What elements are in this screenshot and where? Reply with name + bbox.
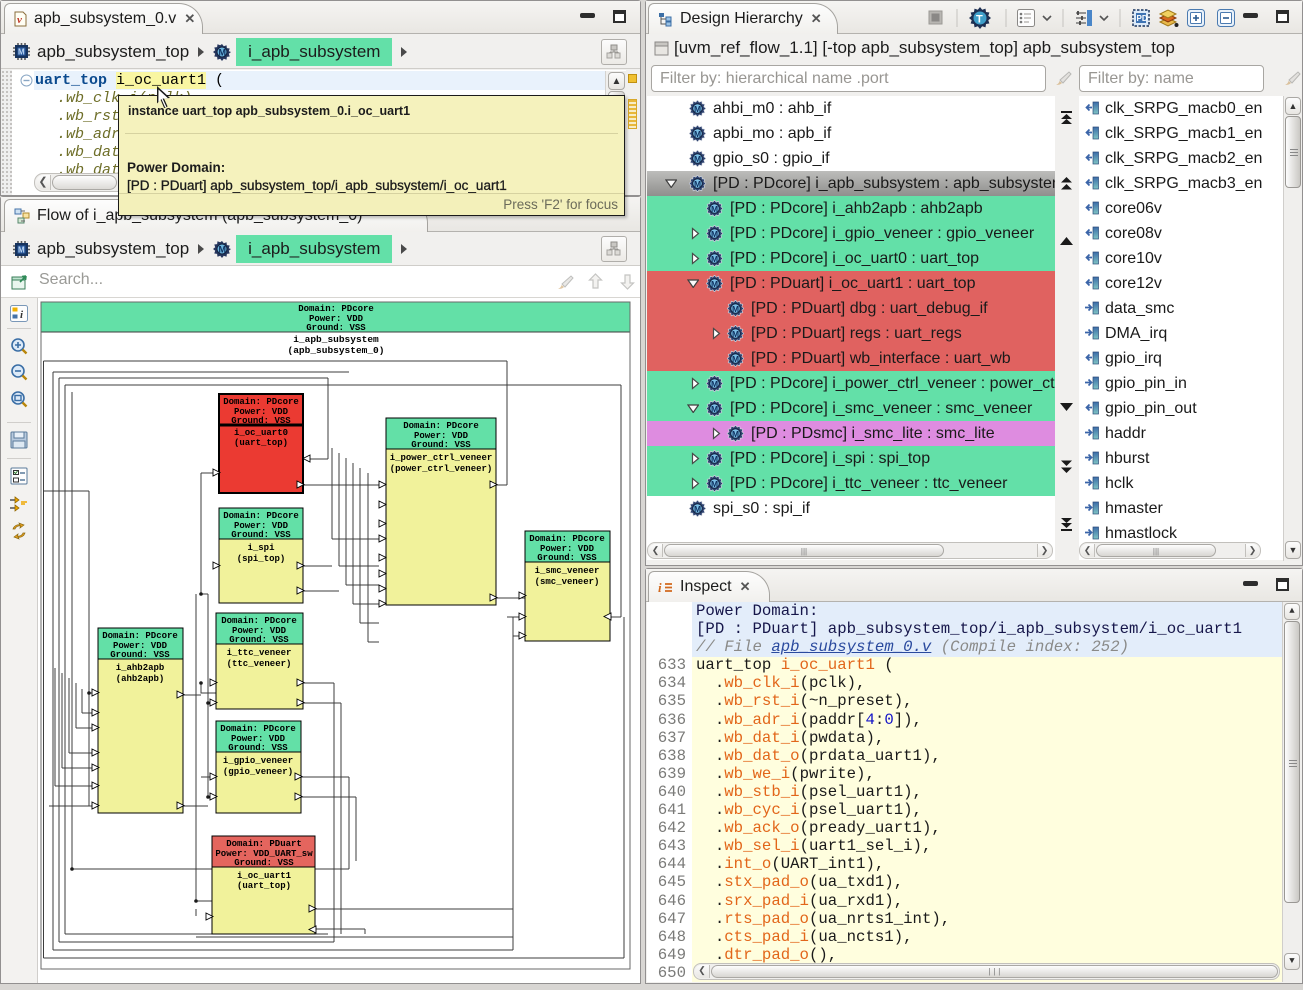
svg-text:(uart_top): (uart_top) bbox=[237, 881, 291, 891]
svg-text:Ground: VSS: Ground: VSS bbox=[306, 323, 366, 333]
svg-text:Domain: PDcore: Domain: PDcore bbox=[529, 534, 605, 544]
svg-text:Ground: VSS: Ground: VSS bbox=[411, 440, 471, 450]
svg-text:(smc_veneer): (smc_veneer) bbox=[535, 577, 600, 587]
svg-text:Domain: PDcore: Domain: PDcore bbox=[221, 616, 297, 626]
svg-text:v: v bbox=[17, 14, 22, 26]
svg-text:i_apb_subsystem: i_apb_subsystem bbox=[293, 334, 379, 345]
svg-text:(gpio_veneer): (gpio_veneer) bbox=[223, 767, 293, 777]
svg-text:(uart_top): (uart_top) bbox=[234, 438, 288, 448]
svg-text:Domain: PDcore: Domain: PDcore bbox=[220, 724, 296, 734]
svg-text:Domain: PDcore: Domain: PDcore bbox=[223, 511, 299, 521]
svg-text:i_oc_uart1: i_oc_uart1 bbox=[237, 871, 292, 881]
svg-text:Domain: PDuart: Domain: PDuart bbox=[226, 839, 302, 849]
svg-text:i_power_ctrl_veneer: i_power_ctrl_veneer bbox=[390, 453, 493, 463]
svg-text:M: M bbox=[219, 245, 227, 255]
svg-text:i: i bbox=[658, 580, 662, 594]
svg-text:i_gpio_veneer: i_gpio_veneer bbox=[223, 756, 293, 766]
svg-text:Domain: PDcore: Domain: PDcore bbox=[102, 631, 178, 641]
svg-text:Ground: VSS: Ground: VSS bbox=[537, 553, 597, 563]
svg-text:Ground: VSS: Ground: VSS bbox=[234, 858, 294, 868]
svg-text:(spi_top): (spi_top) bbox=[237, 554, 286, 564]
svg-text:i_smc_veneer: i_smc_veneer bbox=[535, 566, 600, 576]
svg-text:(ahb2apb): (ahb2apb) bbox=[116, 674, 165, 684]
svg-text:M: M bbox=[219, 47, 227, 57]
svg-text:M: M bbox=[18, 246, 25, 255]
svg-text:i_ttc_veneer: i_ttc_veneer bbox=[227, 648, 292, 658]
svg-text:Domain: PDcore: Domain: PDcore bbox=[223, 397, 299, 407]
svg-text:Domain: PDcore: Domain: PDcore bbox=[403, 421, 479, 431]
svg-text:T: T bbox=[976, 14, 983, 26]
svg-text:(power_ctrl_veneer): (power_ctrl_veneer) bbox=[390, 464, 493, 474]
svg-text:Ground: VSS: Ground: VSS bbox=[231, 530, 291, 540]
svg-text:(apb_subsystem_0): (apb_subsystem_0) bbox=[288, 345, 385, 356]
svg-text:Domain: PDcore: Domain: PDcore bbox=[298, 304, 374, 314]
svg-text:i_oc_uart0: i_oc_uart0 bbox=[234, 428, 288, 438]
svg-text:i_spi: i_spi bbox=[247, 543, 275, 553]
svg-text:(ttc_veneer): (ttc_veneer) bbox=[227, 659, 292, 669]
svg-text:Ground: VSS: Ground: VSS bbox=[110, 650, 170, 660]
svg-text:i_ahb2apb: i_ahb2apb bbox=[116, 663, 165, 673]
svg-text:Ground: VSS: Ground: VSS bbox=[231, 416, 291, 426]
svg-text:PD: PD bbox=[1137, 14, 1148, 23]
svg-text:Ground: VSS: Ground: VSS bbox=[229, 635, 289, 645]
svg-text:M: M bbox=[18, 48, 25, 57]
svg-text:Ground: VSS: Ground: VSS bbox=[228, 743, 288, 753]
